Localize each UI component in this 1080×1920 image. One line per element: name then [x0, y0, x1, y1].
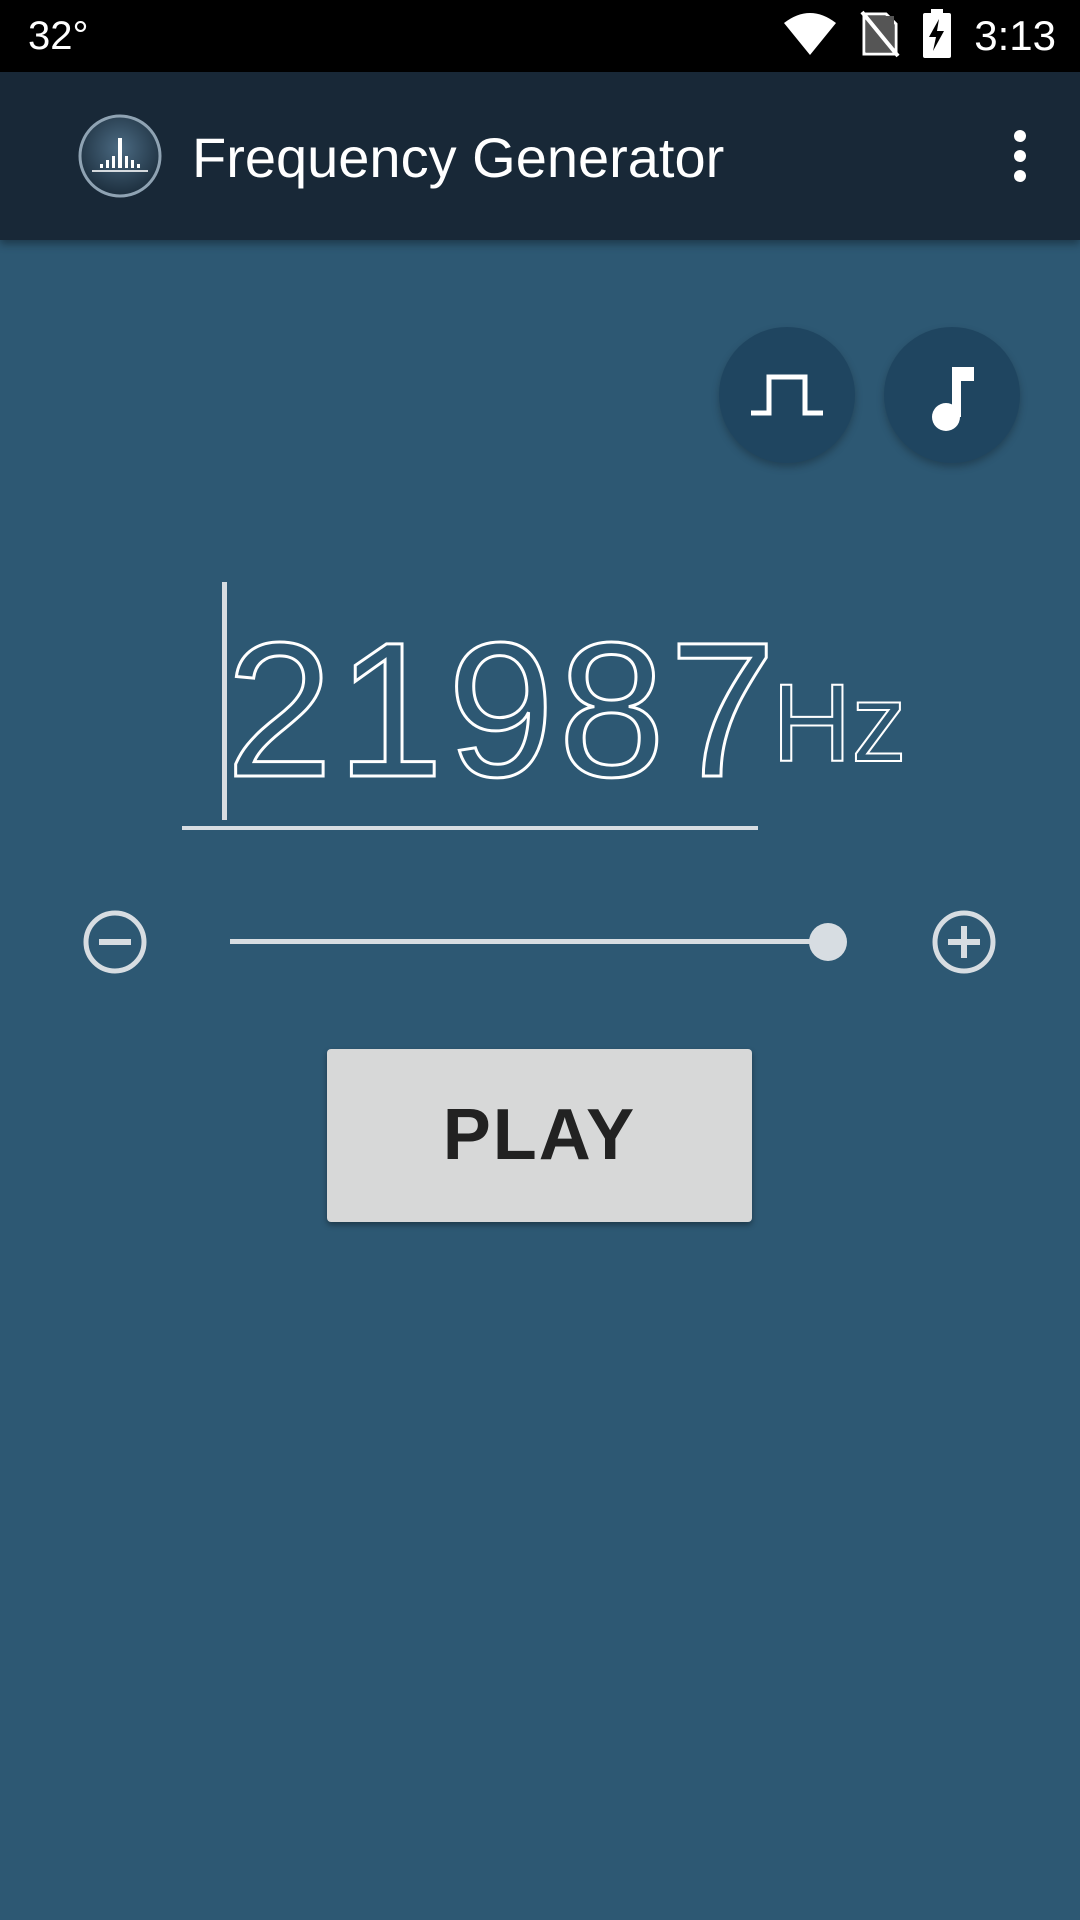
square-wave-icon — [751, 374, 823, 416]
no-sim-icon — [860, 10, 900, 63]
spectrum-logo-icon — [78, 114, 162, 198]
play-button[interactable]: PLAY — [327, 1049, 752, 1222]
status-bar: 32° 3:13 — [0, 0, 1080, 72]
minus-circle-icon[interactable] — [82, 909, 148, 975]
frequency-unit: Hz — [771, 662, 907, 785]
frequency-input[interactable]: 21987 — [182, 560, 777, 830]
note-button[interactable] — [884, 327, 1020, 463]
frequency-underline — [182, 826, 758, 830]
slider-thumb[interactable] — [808, 923, 847, 961]
status-time: 3:13 — [974, 12, 1056, 59]
app-title: Frequency Generator — [192, 126, 725, 189]
app-bar: Frequency Generator — [0, 72, 1080, 240]
battery-charging-icon — [922, 8, 952, 64]
status-temperature: 32° — [28, 14, 89, 58]
status-icons: 3:13 — [782, 0, 1056, 72]
plus-circle-icon[interactable] — [931, 909, 997, 975]
music-note-icon — [932, 367, 974, 431]
wifi-icon — [782, 11, 838, 62]
overflow-menu-icon[interactable] — [990, 126, 1050, 186]
frequency-slider[interactable] — [230, 939, 846, 944]
frequency-value: 21987 — [225, 602, 780, 817]
waveform-button[interactable] — [719, 327, 855, 463]
